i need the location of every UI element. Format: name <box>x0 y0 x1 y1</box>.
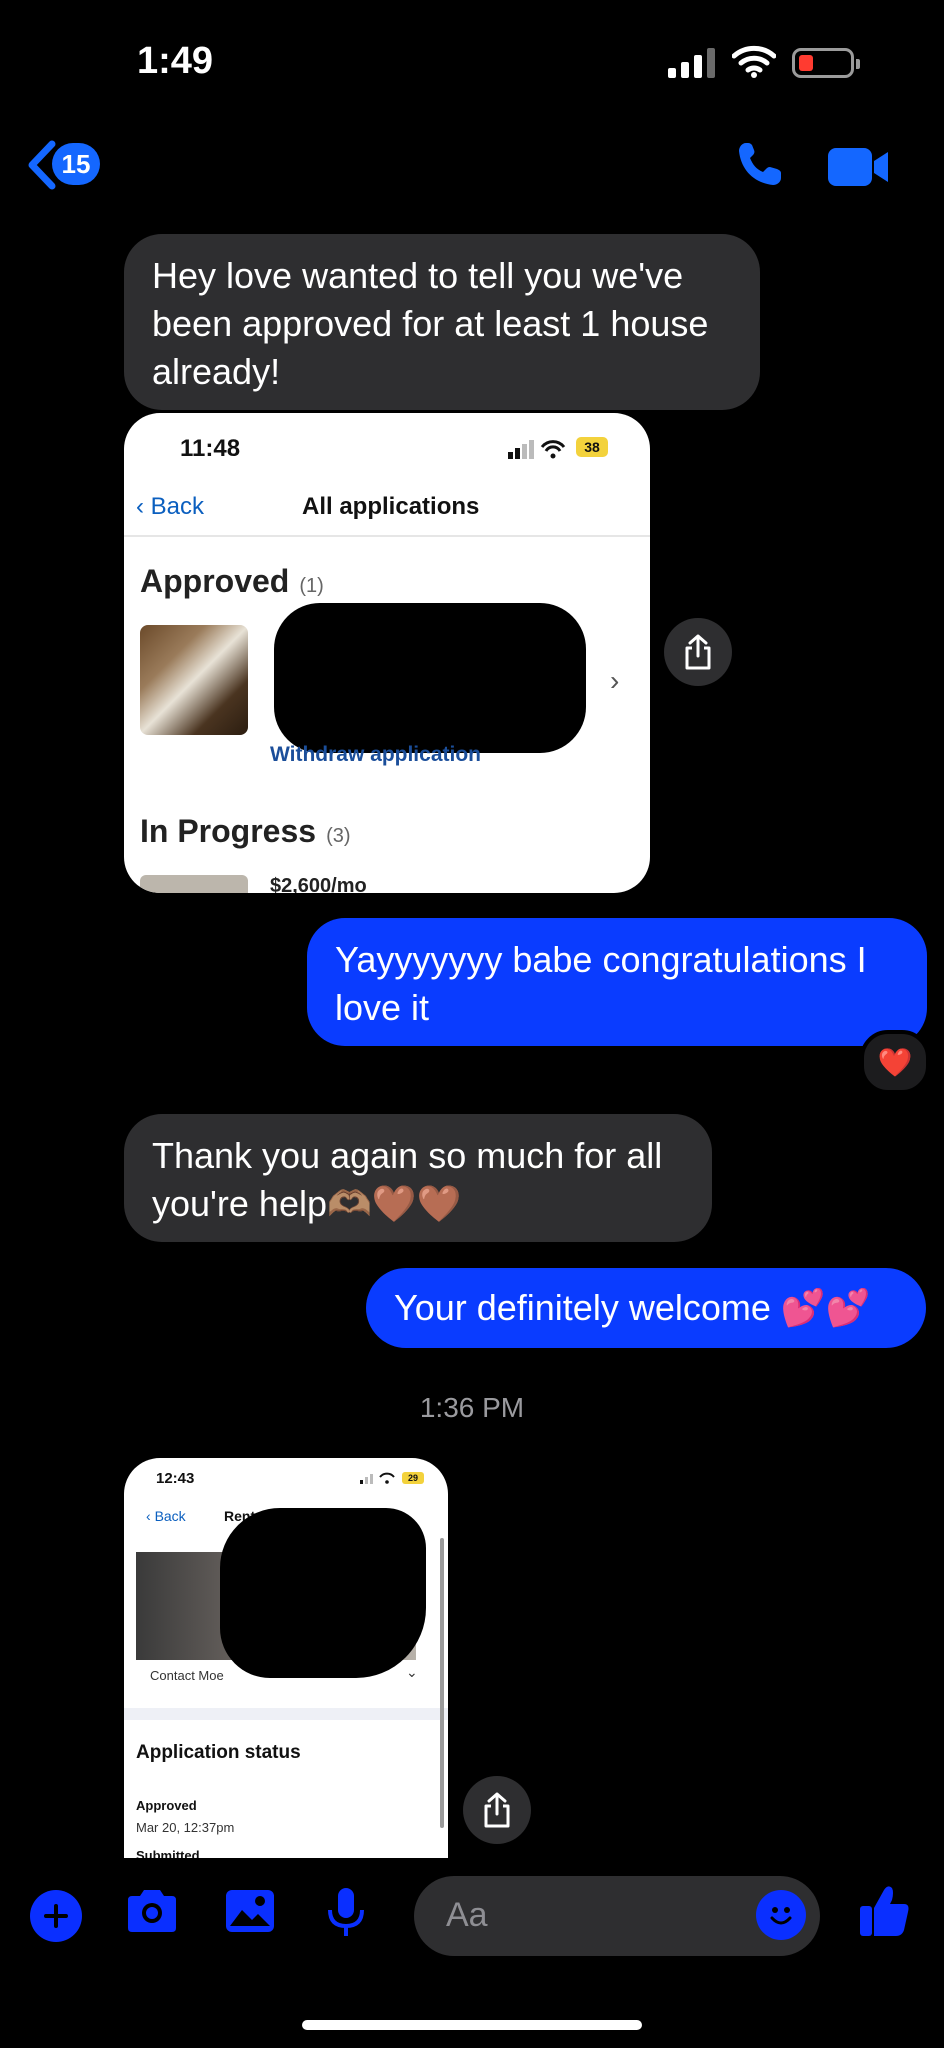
in-progress-heading: In Progress (3) <box>140 813 351 849</box>
status-submitted: Submitted <box>136 1848 200 1858</box>
screenshot-back-link: ‹ Back <box>136 493 205 520</box>
property-thumbnail <box>140 625 248 735</box>
screenshot-signal-wifi-icon <box>508 440 566 459</box>
camera-icon[interactable] <box>124 1888 180 1934</box>
screenshot-signal-wifi-icon <box>360 1472 395 1484</box>
smiley-icon <box>770 1907 792 1925</box>
video-call-icon[interactable] <box>828 148 890 186</box>
redaction-scribble <box>274 603 586 753</box>
chevron-down-icon: ⌄ <box>406 1664 418 1680</box>
status-time: 1:49 <box>137 40 214 82</box>
shared-screenshot-rental-application[interactable]: 12:43 29 ‹ Back Rental Application Conta… <box>124 1458 448 1858</box>
photo-gallery-icon[interactable] <box>224 1888 276 1934</box>
cellular-signal-icon <box>668 48 715 78</box>
incoming-message-bubble[interactable]: Hey love wanted to tell you we've been a… <box>124 234 760 410</box>
wifi-icon <box>732 45 776 78</box>
share-icon <box>685 634 711 670</box>
outgoing-message-bubble[interactable]: Your definitely welcome 💕💕 <box>366 1268 926 1348</box>
share-icon <box>484 1792 510 1828</box>
approved-heading: Approved (1) <box>140 563 324 599</box>
property-price: $2,600/mo <box>270 875 367 893</box>
heart-reaction[interactable]: ❤️ <box>860 1030 930 1094</box>
message-timestamp: 1:36 PM <box>419 1392 525 1423</box>
contact-label: Contact Moe <box>150 1668 224 1683</box>
screenshot-battery-badge: 38 <box>576 437 608 457</box>
redaction-scribble <box>220 1508 426 1678</box>
plus-button[interactable] <box>30 1890 82 1942</box>
screenshot-time: 11:48 <box>180 435 241 462</box>
share-button[interactable] <box>463 1776 531 1844</box>
unread-count-badge[interactable]: 15 <box>52 143 100 185</box>
battery-icon <box>792 48 860 78</box>
screenshot-title: All applications <box>302 493 480 520</box>
section-separator <box>124 1708 448 1720</box>
plus-icon <box>44 1904 68 1928</box>
emoji-button[interactable] <box>756 1890 806 1940</box>
incoming-message-bubble[interactable]: Thank you again so much for all you're h… <box>124 1114 712 1242</box>
screenshot-back-link: ‹ Back <box>146 1508 186 1524</box>
microphone-icon[interactable] <box>326 1886 366 1938</box>
phone-call-icon[interactable] <box>736 140 784 188</box>
screenshot-battery-badge: 29 <box>402 1472 424 1484</box>
screenshot-time: 12:43 <box>156 1470 195 1487</box>
share-button[interactable] <box>664 618 732 686</box>
shared-screenshot-applications[interactable]: 11:48 38 ‹ Back All applications Approve… <box>124 413 650 893</box>
thumbs-up-icon[interactable] <box>858 1884 910 1938</box>
outgoing-message-bubble[interactable]: Yayyyyyyy babe congratulations I love it <box>307 918 927 1046</box>
message-input-placeholder: Aa <box>446 1896 488 1934</box>
scrollbar <box>440 1538 444 1828</box>
home-indicator <box>302 2020 642 2030</box>
divider <box>124 535 650 537</box>
property-thumbnail <box>140 875 248 893</box>
withdraw-application-link: Withdraw application <box>270 743 481 766</box>
status-approved-date: Mar 20, 12:37pm <box>136 1820 235 1835</box>
chevron-right-icon: › <box>610 665 620 696</box>
status-approved: Approved <box>136 1798 197 1813</box>
message-input[interactable]: Aa <box>414 1876 820 1956</box>
application-status-heading: Application status <box>136 1742 301 1763</box>
